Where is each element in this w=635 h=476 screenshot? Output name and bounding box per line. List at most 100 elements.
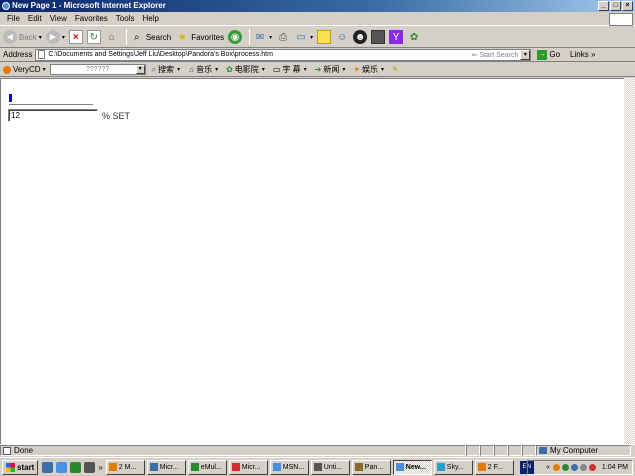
taskbar-task-button[interactable]: Pan... [351,459,391,475]
home-icon[interactable]: ⌂ [105,30,119,44]
taskbar-task-button[interactable]: 2 M... [105,459,145,475]
taskbar-task-button[interactable]: 2 F... [474,459,514,475]
close-button[interactable]: × [622,1,633,11]
link-label: 电影院 [234,65,259,74]
menu-file[interactable]: File [3,12,24,26]
quicklaunch-ie-icon[interactable] [56,461,68,473]
address-bar: Address C:\Documents and Settings\Jeff L… [0,48,635,62]
menu-help[interactable]: Help [138,12,162,26]
forward-dropdown-icon[interactable]: ▾ [62,34,65,41]
favorites-button[interactable]: ★ Favorites [175,30,224,44]
zone-label: My Computer [550,446,599,455]
title-bar[interactable]: New Page 1 - Microsoft Internet Explorer… [0,0,635,12]
menu-tools[interactable]: Tools [112,12,139,26]
windows-logo-icon [609,13,633,26]
mail-icon[interactable]: ✉ [253,30,267,44]
taskbar-task-button[interactable]: Unti... [310,459,350,475]
select-dropdown-icon[interactable]: ▾ [135,65,145,74]
maximize-button[interactable]: □ [610,1,621,11]
taskbar-task-button[interactable]: New... [392,459,432,475]
link-news[interactable]: ➔ 新闻 ▾ [315,64,346,75]
refresh-icon[interactable]: ↻ [86,30,101,44]
quicklaunch-chevron-icon[interactable]: » [98,463,102,472]
page-content: % SET [0,78,624,444]
forward-button[interactable]: ► ▾ [45,30,65,44]
tray-app-icon[interactable] [552,464,560,471]
percent-input[interactable] [8,109,98,122]
chevron-right-icon: » [590,50,596,59]
back-icon: ◄ [3,30,17,44]
menu-favorites[interactable]: Favorites [71,12,112,26]
media-icon[interactable]: ◉ [228,30,243,44]
start-search-label: Start Search [479,51,519,59]
minimize-button[interactable]: _ [598,1,609,11]
stop-icon[interactable]: × [68,30,83,44]
tray-app-icon[interactable] [561,464,569,471]
tray-network-icon[interactable] [570,464,578,471]
folder-icon[interactable] [317,30,332,44]
taskbar-task-button[interactable]: Micr... [228,459,268,475]
taskbar-task-button[interactable]: Micr... [146,459,186,475]
qq-icon[interactable]: ☻ [353,30,368,44]
task-app-icon [436,463,445,471]
link-search[interactable]: ⌕ 搜索 ▾ [152,64,181,75]
progress-bar [9,94,93,105]
taskbar-task-button[interactable]: eMul... [187,459,227,475]
tray-app-icon[interactable] [588,464,596,471]
back-button[interactable]: ◄ Back ▾ [3,30,42,44]
back-dropdown-icon[interactable]: ▾ [39,34,42,41]
favorites-label: Favorites [191,32,225,42]
toolbar-separator [249,29,251,45]
task-label: 2 F... [487,463,503,471]
taskbar-task-button[interactable]: MSN... [269,459,309,475]
print-icon[interactable]: ⎙ [276,30,290,44]
menu-view[interactable]: View [46,12,71,26]
link-entertainment[interactable]: ✦ 娱乐 ▾ [353,64,384,75]
yahoo-icon[interactable]: Y [389,30,404,44]
quicklaunch-media-icon[interactable] [70,461,82,473]
task-app-icon [313,463,322,471]
link-label: 字 幕 [282,65,301,74]
address-input[interactable]: C:\Documents and Settings\Jeff Liu\Deskt… [35,48,532,61]
start-search-hint[interactable]: ⇐ Start Search [472,51,519,59]
link-music[interactable]: ♫ 音乐 ▾ [188,64,218,75]
dropdown-icon: ▾ [215,67,219,73]
tray-chevron-icon[interactable]: « [546,464,550,471]
links-label: Links [570,50,589,59]
start-button[interactable]: start [2,459,39,475]
mail-dropdown-icon[interactable]: ▾ [269,34,272,41]
link-subtitles[interactable]: ▭ 字 幕 ▾ [273,64,307,75]
search-button[interactable]: ⌕ Search [130,30,171,44]
verycd-search-select[interactable]: ?????? ▾ [49,64,146,75]
task-app-icon [395,463,404,471]
search-icon: ⌕ [134,31,140,43]
toolbar-icon[interactable] [371,30,386,44]
plugin-icon[interactable]: ✿ [407,30,421,44]
verycd-button[interactable]: VeryCD ▾ [3,65,46,74]
messenger-icon[interactable]: ☺ [335,30,349,44]
favorites-icon: ★ [177,31,187,43]
highlighter-icon[interactable]: ✎ [392,65,399,74]
menu-edit[interactable]: Edit [24,12,46,26]
vertical-scrollbar[interactable] [624,78,635,444]
links-button[interactable]: Links » [570,50,595,59]
task-label: Unti... [323,463,343,471]
go-button[interactable]: → Go [537,49,560,60]
percent-set-label: % SET [102,111,131,121]
taskbar: start » 2 M... Micr... eMul... Micr... MSN..… [0,457,635,476]
link-movies[interactable]: ✿ 电影院 ▾ [226,64,265,75]
status-bar: Done My Computer [0,444,635,456]
edit-dropdown-icon[interactable]: ▾ [310,34,313,41]
status-pane [480,445,494,456]
quicklaunch-app-icon[interactable] [84,461,96,473]
status-pane [466,445,480,456]
taskbar-task-button[interactable]: Sky... [433,459,473,475]
tray-volume-icon[interactable] [579,464,587,471]
clock[interactable]: 1:04 PM [602,464,628,471]
address-dropdown-icon[interactable]: ▾ [520,49,531,60]
standard-toolbar: ◄ Back ▾ ► ▾ × ↻ ⌂ ⌕ Search ★ Favorites … [0,27,635,48]
dropdown-icon: ▾ [261,67,265,73]
edit-icon[interactable]: ▭ [294,30,308,44]
quicklaunch-desktop-icon[interactable] [42,461,54,473]
toolbar-separator [125,29,127,45]
